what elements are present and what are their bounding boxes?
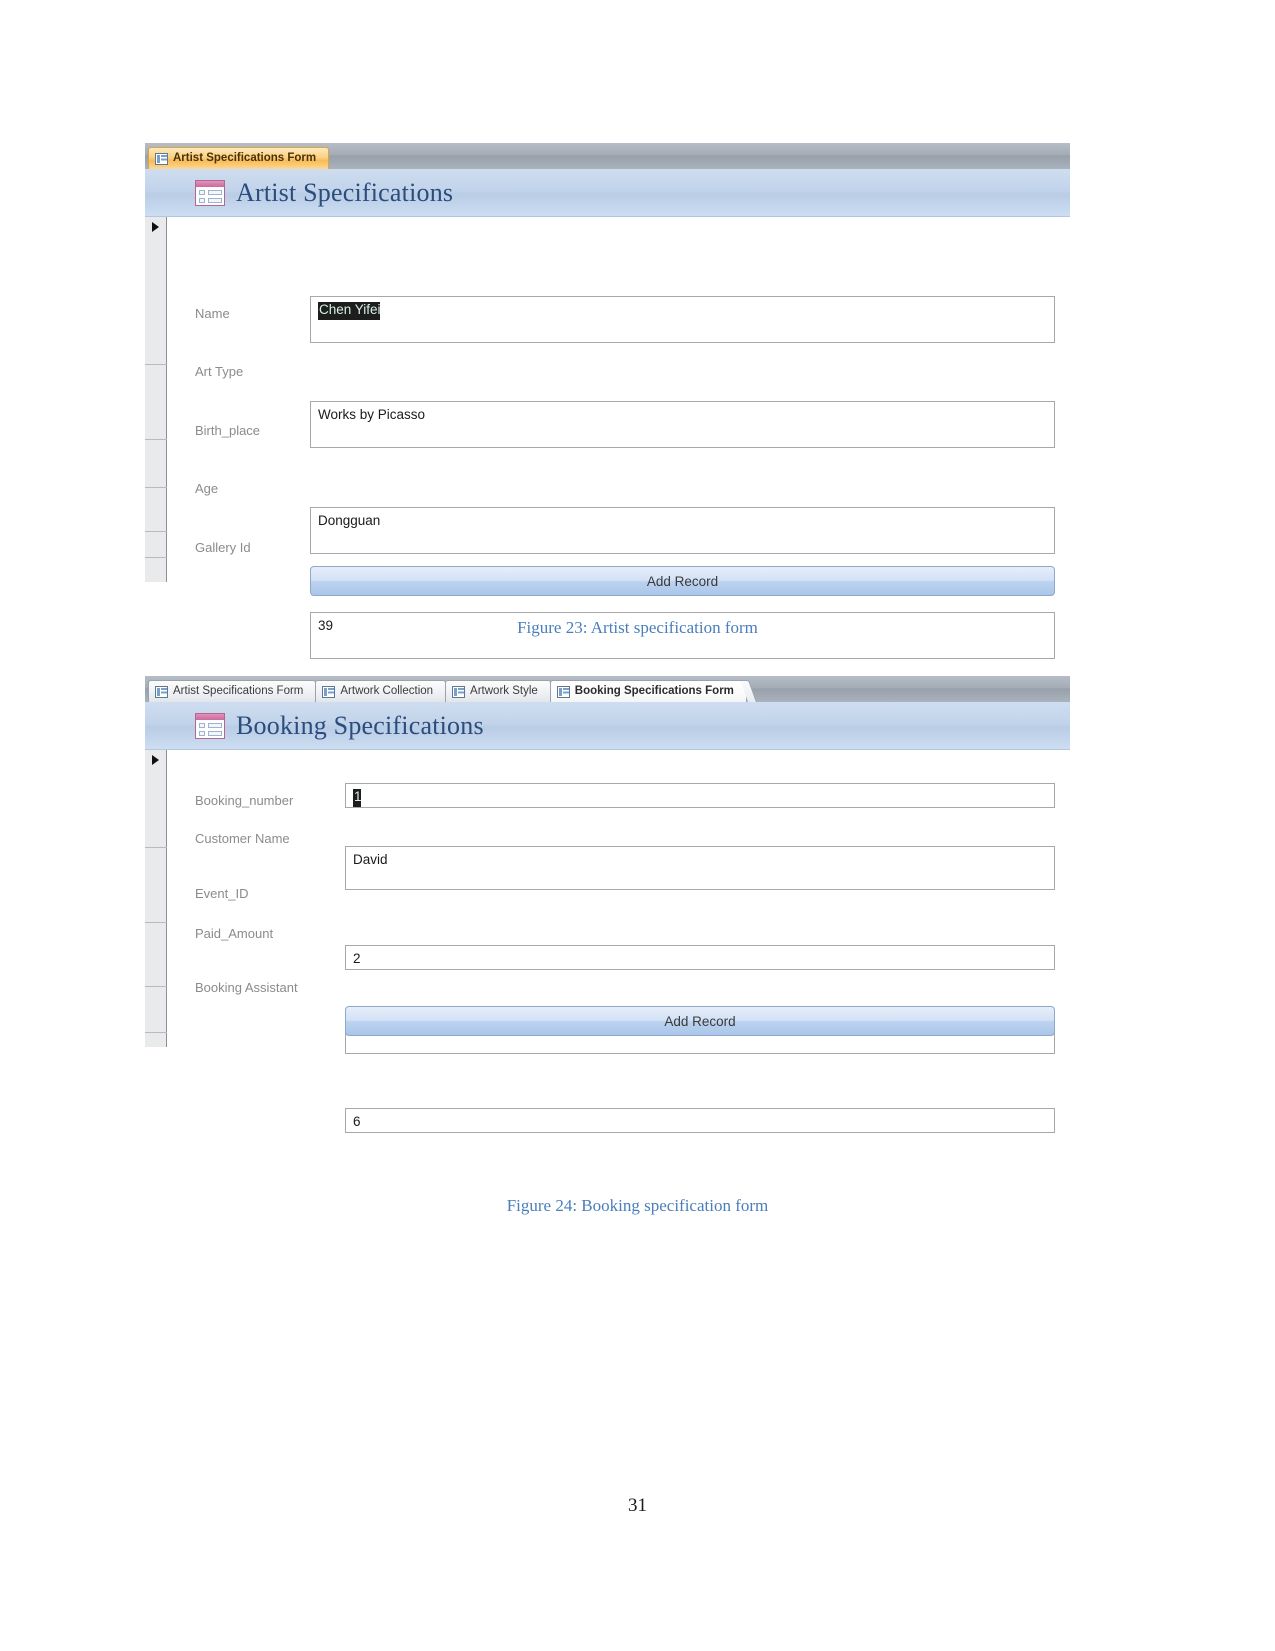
form-body: Name Chen Yifei Art Type Works by Picass… (145, 217, 1070, 744)
art-type-value: Works by Picasso (318, 407, 426, 422)
field-label-art-type: Art Type (195, 364, 244, 379)
tab-strip: Artist Specifications Form Artwork Colle… (145, 676, 1070, 702)
field-row: Age (195, 482, 295, 495)
page-title: Artist Specifications (236, 177, 454, 207)
field-label-name: Name (195, 306, 230, 321)
field-row: Art Type (195, 365, 295, 378)
field-label-booking-assistant: Booking Assistant (195, 980, 298, 995)
record-selector-gutter[interactable] (145, 217, 167, 582)
tab-label: Artwork Style (470, 684, 538, 697)
booking-number-input[interactable]: 1 (345, 783, 1055, 808)
tab-label: Artwork Collection (340, 684, 434, 697)
field-row: Customer Name (195, 832, 325, 845)
field-label-age: Age (195, 481, 219, 496)
tab-label: Booking Specifications Form (574, 684, 734, 697)
add-record-button[interactable]: Add Record (345, 1006, 1055, 1036)
tab-booking-specifications-form[interactable]: Booking Specifications Form (549, 680, 747, 702)
form-icon (195, 179, 225, 206)
tab-artist-specifications-form[interactable]: Artist Specifications Form (148, 147, 330, 169)
field-row: Event_ID (195, 887, 325, 900)
field-row: Name (195, 307, 295, 320)
field-label-customer-name: Customer Name (195, 831, 290, 846)
event-id-input[interactable]: 2 (345, 945, 1055, 970)
page-title: Booking Specifications (236, 710, 484, 740)
field-row: Gallery Id (195, 541, 295, 554)
add-record-button[interactable]: Add Record (310, 566, 1055, 596)
birth-place-value: Dongguan (318, 513, 381, 528)
tab-strip: Artist Specifications Form (145, 143, 1070, 169)
record-selector-arrow (152, 755, 159, 765)
form-header-banner: Artist Specifications (145, 169, 1070, 217)
record-selector-gutter[interactable] (145, 750, 167, 1047)
tab-label: Artist Specifications Form (173, 684, 304, 697)
figure-caption: Figure 23: Artist specification form (517, 618, 758, 637)
form-fields: Booking_number 1 Customer Name David Eve… (167, 750, 1070, 1133)
page-number: 31 (628, 1495, 647, 1516)
form-icon (155, 152, 168, 165)
booking-specifications-form-window: Artist Specifications Form Artwork Colle… (145, 676, 1070, 1133)
record-selector-arrow (152, 222, 159, 232)
field-label-paid-amount: Paid_Amount (195, 926, 274, 941)
form-header-banner: Booking Specifications (145, 702, 1070, 750)
field-label-gallery-id: Gallery Id (195, 540, 251, 555)
birth-place-input[interactable]: Dongguan (310, 507, 1055, 554)
field-label-birth-place: Birth_place (195, 423, 261, 438)
form-icon (452, 685, 466, 698)
form-icon (322, 685, 336, 698)
field-row: Paid_Amount (195, 927, 325, 940)
tab-label: Artist Specifications Form (173, 151, 317, 164)
booking-assistant-value: 6 (353, 1114, 361, 1129)
form-icon (556, 685, 570, 698)
field-label-event-id: Event_ID (195, 886, 249, 901)
tab-artwork-style[interactable]: Artwork Style (445, 680, 551, 702)
field-label-booking-number: Booking_number (195, 793, 294, 808)
field-row: Booking_number (195, 794, 325, 807)
customer-name-value: David (353, 852, 388, 867)
tab-artwork-collection[interactable]: Artwork Collection (315, 680, 447, 702)
name-input[interactable]: Chen Yifei (310, 296, 1055, 343)
figure-caption: Figure 24: Booking specification form (506, 1196, 769, 1215)
art-type-input[interactable]: Works by Picasso (310, 401, 1055, 448)
booking-number-value: 1 (353, 789, 363, 807)
event-id-value: 2 (353, 951, 361, 966)
artist-specifications-form-window: Artist Specifications Form Artist Specif… (145, 143, 1070, 744)
tab-artist-specifications-form[interactable]: Artist Specifications Form (148, 680, 317, 702)
field-row: Birth_place (195, 424, 295, 437)
form-fields: Name Chen Yifei Art Type Works by Picass… (167, 217, 1070, 744)
form-icon (155, 685, 168, 698)
booking-assistant-input[interactable]: 6 (345, 1108, 1055, 1133)
customer-name-input[interactable]: David (345, 846, 1055, 890)
field-row: Booking Assistant (195, 981, 325, 994)
name-value: Chen Yifei (318, 302, 382, 320)
form-body: Booking_number 1 Customer Name David Eve… (145, 750, 1070, 1133)
form-icon (195, 712, 225, 739)
